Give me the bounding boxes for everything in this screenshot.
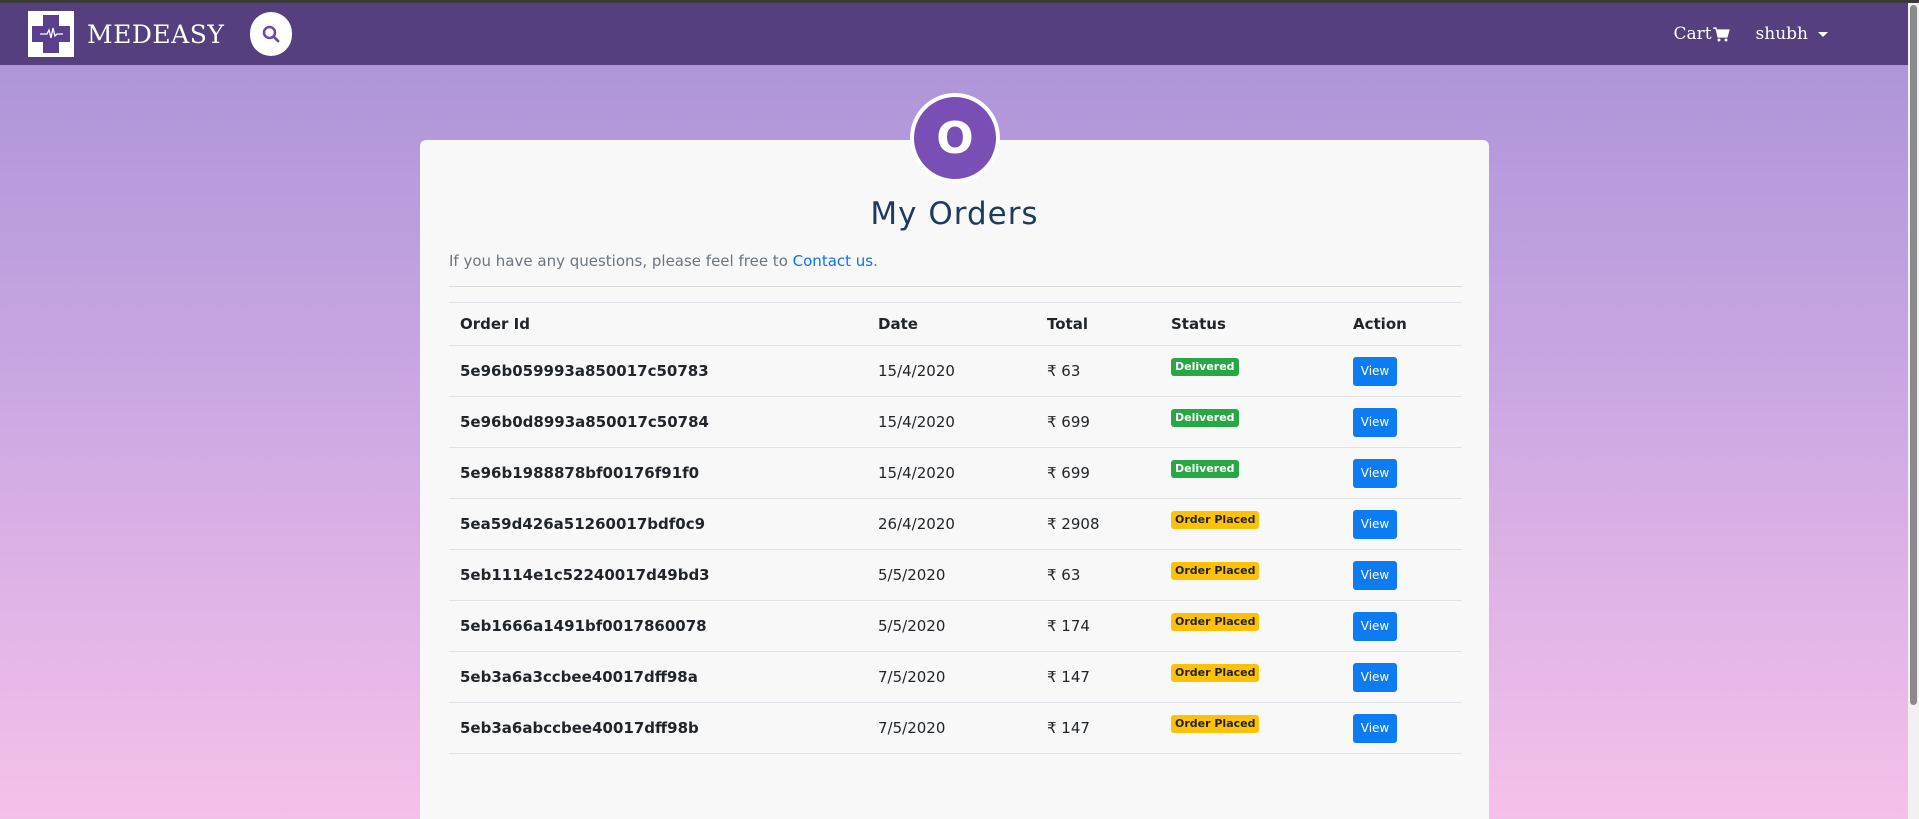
order-total: ₹ 699: [1036, 396, 1160, 448]
user-name: shubh: [1755, 24, 1808, 44]
navbar: MEDEASY Cart shubh: [0, 3, 1908, 65]
status-badge: Order Placed: [1171, 511, 1260, 529]
header-status: Status: [1160, 302, 1342, 346]
order-status-cell: Delivered: [1160, 396, 1342, 448]
order-action-cell: View: [1342, 447, 1462, 499]
table-row: 5eb3a6abccbee40017dff98b 7/5/2020 ₹ 147 Ord…: [449, 702, 1462, 754]
cart-link[interactable]: Cart: [1673, 24, 1730, 44]
order-total: ₹ 147: [1036, 651, 1160, 703]
order-action-cell: View: [1342, 702, 1462, 754]
table-row: 5e96b0d8993a850017c50784 15/4/2020 ₹ 699 De…: [449, 396, 1462, 448]
brand[interactable]: MEDEASY: [28, 11, 224, 57]
page-scrollbar[interactable]: [1908, 3, 1919, 819]
contact-link[interactable]: Contact us: [793, 252, 873, 270]
order-id: 5e96b059993a850017c50783: [449, 345, 867, 397]
order-total: ₹ 699: [1036, 447, 1160, 499]
order-date: 15/4/2020: [867, 345, 1036, 397]
order-total: ₹ 63: [1036, 345, 1160, 397]
table-row: 5eb1666a1491bf0017860078 5/5/2020 ₹ 174 Ord…: [449, 600, 1462, 652]
order-id: 5eb3a6abccbee40017dff98b: [449, 702, 867, 754]
order-date: 26/4/2020: [867, 498, 1036, 550]
order-id: 5e96b0d8993a850017c50784: [449, 396, 867, 448]
medical-cross-icon: [28, 11, 74, 57]
header-total: Total: [1036, 302, 1160, 346]
search-button[interactable]: [250, 12, 293, 56]
header-action: Action: [1342, 302, 1462, 346]
table-header-row: Order Id Date Total Status Action: [449, 302, 1462, 346]
order-total: ₹ 174: [1036, 600, 1160, 652]
table-row: 5eb3a6a3ccbee40017dff98a 7/5/2020 ₹ 147 Ord…: [449, 651, 1462, 703]
status-badge: Delivered: [1171, 358, 1239, 376]
order-total: ₹ 2908: [1036, 498, 1160, 550]
order-date: 5/5/2020: [867, 549, 1036, 601]
header-date: Date: [867, 302, 1036, 346]
caret-down-icon: [1818, 31, 1828, 37]
status-badge: Order Placed: [1171, 715, 1260, 733]
view-order-button[interactable]: View: [1353, 407, 1397, 437]
order-id: 5eb3a6a3ccbee40017dff98a: [449, 651, 867, 703]
order-status-cell: Order Placed: [1160, 651, 1342, 703]
order-action-cell: View: [1342, 600, 1462, 652]
order-date: 7/5/2020: [867, 702, 1036, 754]
status-badge: Delivered: [1171, 409, 1239, 427]
view-order-button[interactable]: View: [1353, 713, 1397, 743]
view-order-button[interactable]: View: [1353, 611, 1397, 641]
order-id: 5e96b1988878bf00176f91f0: [449, 447, 867, 499]
brand-name: MEDEASY: [87, 19, 225, 49]
order-total: ₹ 63: [1036, 549, 1160, 601]
table-row: 5e96b1988878bf00176f91f0 15/4/2020 ₹ 699 De…: [449, 447, 1462, 499]
order-status-cell: Order Placed: [1160, 549, 1342, 601]
orders-table: Order Id Date Total Status Action 5e96b0…: [449, 302, 1462, 754]
order-date: 15/4/2020: [867, 447, 1036, 499]
order-date: 5/5/2020: [867, 600, 1036, 652]
status-badge: Order Placed: [1171, 562, 1260, 580]
order-date: 15/4/2020: [867, 396, 1036, 448]
scrollbar-thumb[interactable]: [1910, 5, 1917, 705]
status-badge: Order Placed: [1171, 664, 1260, 682]
divider: [449, 286, 1462, 287]
order-status-cell: Order Placed: [1160, 600, 1342, 652]
order-action-cell: View: [1342, 549, 1462, 601]
order-date: 7/5/2020: [867, 651, 1036, 703]
order-action-cell: View: [1342, 345, 1462, 397]
avatar: O: [910, 93, 1000, 183]
status-badge: Delivered: [1171, 460, 1239, 478]
table-row: 5e96b059993a850017c50783 15/4/2020 ₹ 63 Del…: [449, 345, 1462, 397]
page-title: My Orders: [870, 196, 1039, 232]
view-order-button[interactable]: View: [1353, 356, 1397, 386]
header-order-id: Order Id: [449, 302, 867, 346]
order-id: 5eb1666a1491bf0017860078: [449, 600, 867, 652]
order-status-cell: Delivered: [1160, 345, 1342, 397]
view-order-button[interactable]: View: [1353, 509, 1397, 539]
cart-label: Cart: [1673, 24, 1712, 44]
order-action-cell: View: [1342, 396, 1462, 448]
view-order-button[interactable]: View: [1353, 662, 1397, 692]
view-order-button[interactable]: View: [1353, 560, 1397, 590]
order-total: ₹ 147: [1036, 702, 1160, 754]
intro-text: If you have any questions, please feel f…: [449, 252, 878, 270]
order-status-cell: Order Placed: [1160, 702, 1342, 754]
order-action-cell: View: [1342, 651, 1462, 703]
order-id: 5ea59d426a51260017bdf0c9: [449, 498, 867, 550]
order-id: 5eb1114e1c52240017d49bd3: [449, 549, 867, 601]
status-badge: Order Placed: [1171, 613, 1260, 631]
table-row: 5eb1114e1c52240017d49bd3 5/5/2020 ₹ 63 Orde…: [449, 549, 1462, 601]
order-status-cell: Order Placed: [1160, 498, 1342, 550]
user-menu[interactable]: shubh: [1756, 24, 1828, 44]
order-status-cell: Delivered: [1160, 447, 1342, 499]
order-action-cell: View: [1342, 498, 1462, 550]
search-icon: [263, 25, 280, 43]
cart-icon: [1712, 26, 1730, 41]
view-order-button[interactable]: View: [1353, 458, 1397, 488]
table-row: 5ea59d426a51260017bdf0c9 26/4/2020 ₹ 2908 O…: [449, 498, 1462, 550]
